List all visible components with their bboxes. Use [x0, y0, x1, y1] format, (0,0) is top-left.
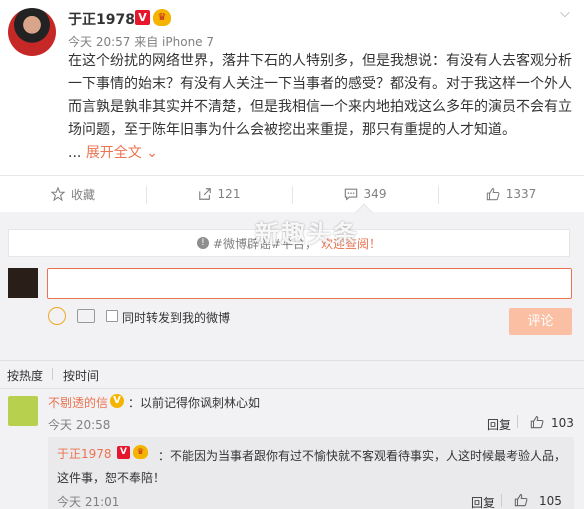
chevron-down-icon: ⌄	[146, 145, 158, 161]
forward-label: 同时转发到我的微博	[122, 311, 231, 325]
commenter-name[interactable]: 不剔透的信	[48, 394, 108, 411]
submit-comment-button[interactable]: 评论	[509, 308, 572, 335]
watermark-text: 新趣头条	[255, 220, 359, 248]
comment-text: ：以前记得你讽刺林心如	[128, 396, 261, 410]
post-source: 来自 iPhone 7	[134, 35, 215, 49]
post-username[interactable]: 于正1978	[68, 9, 135, 29]
post-meta: 今天 20:57 来自 iPhone 7	[68, 33, 214, 50]
commenter-avatar[interactable]	[8, 396, 38, 426]
forward-checkbox[interactable]	[106, 310, 118, 322]
verified-badge-icon: V	[135, 10, 150, 25]
comment-reply-button[interactable]: 回复	[487, 416, 511, 433]
repost-icon	[198, 188, 211, 200]
repost-count: 121	[217, 187, 241, 201]
sort-by-time-tab[interactable]: 按时间	[63, 367, 99, 384]
sort-divider	[52, 368, 53, 380]
image-upload-icon[interactable]	[77, 309, 95, 323]
like-count: 1337	[505, 187, 537, 201]
comment-like-count: 103	[551, 416, 574, 430]
favorite-button[interactable]: 收藏	[0, 176, 146, 212]
post-ellipsis: ...	[68, 145, 82, 161]
thumbs-up-icon	[486, 188, 500, 201]
thumbs-up-icon[interactable]	[530, 415, 544, 429]
comment-input[interactable]	[47, 268, 572, 299]
favorite-label: 收藏	[70, 187, 95, 202]
post-text: 在这个纷扰的网络世界，落井下石的人特别多，但是我想说：有没有人去客观分析一下事情…	[68, 53, 572, 138]
expand-label: 展开全文	[85, 145, 142, 161]
comment-count: 349	[363, 187, 387, 201]
my-avatar	[8, 268, 38, 298]
sort-by-hot-tab[interactable]: 按热度	[7, 367, 43, 384]
post-avatar[interactable]	[8, 8, 56, 56]
post-menu-chevron-icon[interactable]: ⌵	[560, 6, 570, 21]
like-button[interactable]: 1337	[438, 176, 584, 212]
reply-user-name[interactable]: 于正1978	[57, 445, 112, 462]
comment-time: 今天 20:58	[48, 418, 111, 432]
info-icon: !	[196, 237, 209, 249]
reply-reply-button[interactable]: 回复	[471, 494, 495, 509]
comment-action-divider	[517, 415, 518, 428]
repost-button[interactable]: 121	[146, 176, 292, 212]
post-time[interactable]: 今天 20:57	[68, 35, 130, 49]
verified-badge-icon: V	[117, 446, 130, 459]
comment-icon	[344, 188, 357, 201]
post-content: 在这个纷扰的网络世界，落井下石的人特别多，但是我想说：有没有人去客观分析一下事情…	[68, 50, 574, 165]
reply-action-divider	[501, 494, 502, 507]
crown-icon: ♛	[133, 445, 148, 459]
expand-full-text-link[interactable]: 展开全文 ⌄	[86, 145, 158, 161]
vip-badge-icon: V	[110, 394, 124, 408]
reply-time: 今天 21:01	[57, 495, 120, 509]
thumbs-up-icon[interactable]	[514, 493, 528, 507]
emoji-icon[interactable]	[48, 307, 66, 325]
post-action-bar: 收藏 121 349 1337	[0, 175, 584, 213]
reply-like-count: 105	[539, 494, 562, 508]
star-icon	[50, 187, 65, 201]
sort-divider-line	[0, 388, 584, 389]
crown-icon: ♛	[153, 9, 171, 26]
